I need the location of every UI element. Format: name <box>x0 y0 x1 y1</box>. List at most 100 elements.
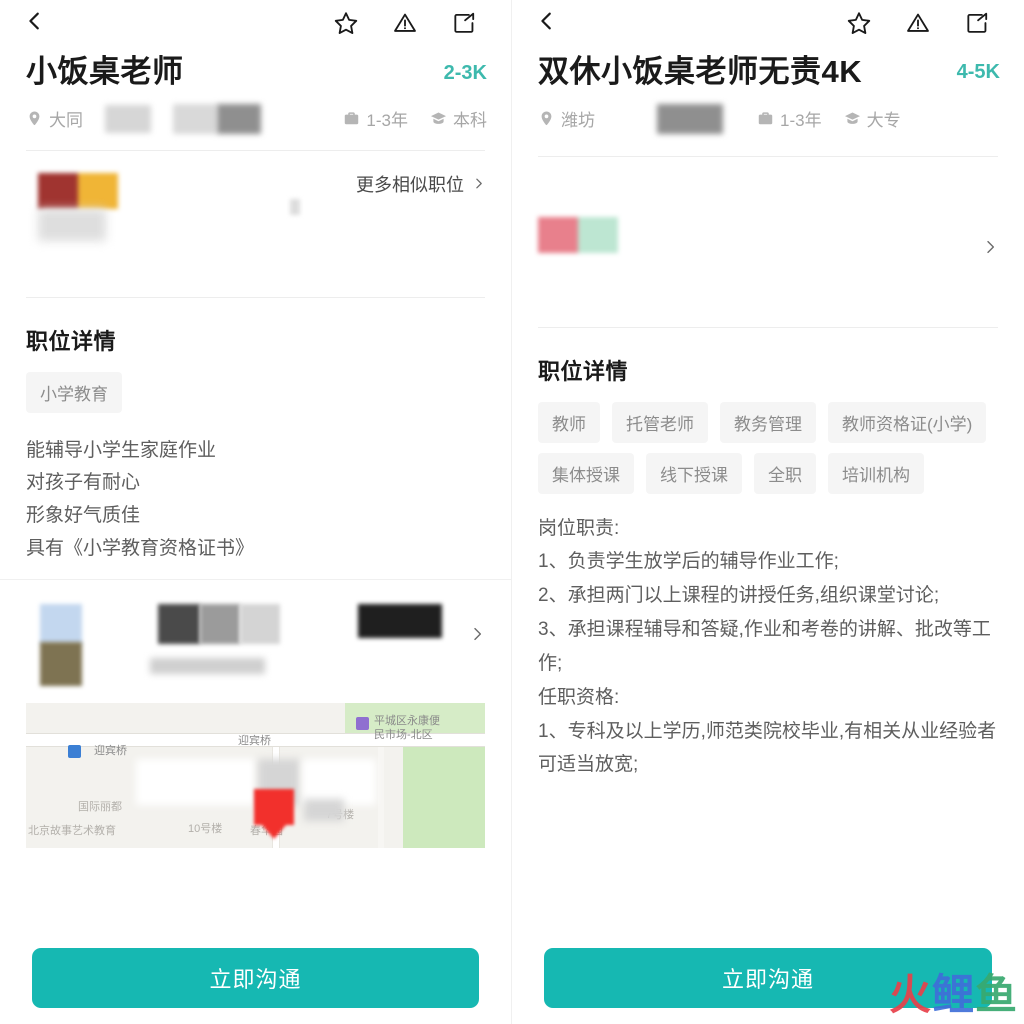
meta-education: 大专 <box>844 106 901 131</box>
graduation-cap-icon <box>844 110 861 127</box>
right-title-block: 双休小饭桌老师无责4K 4-5K 潍坊 1-3年 大专 <box>512 46 1024 134</box>
back-icon[interactable] <box>536 10 558 37</box>
right-meta-row: 潍坊 1-3年 大专 <box>538 103 1000 134</box>
right-tag-list: 教师 托管老师 教务管理 教师资格证(小学) 集体授课 线下授课 全职 培训机构 <box>538 401 998 494</box>
left-topbar-actions <box>333 10 477 36</box>
map-label: 迎宾桥 <box>238 735 271 748</box>
chevron-right-icon[interactable] <box>982 239 998 255</box>
tag-item[interactable]: 线下授课 <box>646 452 742 494</box>
tag-item[interactable]: 培训机构 <box>828 452 924 494</box>
swatch-red <box>38 172 78 209</box>
tag-item[interactable]: 小学教育 <box>26 371 122 413</box>
location-pin-icon <box>538 110 555 127</box>
tag-item[interactable]: 全职 <box>754 452 816 494</box>
redacted-company-block-3 <box>217 103 261 134</box>
redacted-color-swatches <box>538 216 618 253</box>
tag-item[interactable]: 教师资格证(小学) <box>828 401 987 443</box>
divider-above-detail <box>538 326 998 328</box>
redacted-color-swatches <box>38 172 118 209</box>
right-section-title: 职位详情 <box>538 358 629 384</box>
redacted-map-area-4 <box>304 799 344 822</box>
gallery-thumb-2a[interactable] <box>158 604 200 645</box>
meta-location-label: 大同 <box>49 111 83 131</box>
gallery-thumb-2b[interactable] <box>200 604 240 645</box>
dual-screenshot-container: 小饭桌老师 2-3K 大同 1-3年 本科 更多相似职位 职位详情 小学教育 能… <box>0 0 1024 1024</box>
warning-report-icon[interactable] <box>905 10 931 36</box>
tag-item[interactable]: 教务管理 <box>720 401 816 443</box>
redacted-similar-caption <box>38 208 106 241</box>
meta-education-label: 本科 <box>453 111 487 131</box>
left-detail-section: 职位详情 小学教育 能辅导小学生家庭作业 对孩子有耐心 形象好气质佳 具有《小学… <box>0 324 511 566</box>
gallery-chevron-right-icon[interactable] <box>469 626 485 642</box>
map-pin-tip <box>262 825 286 840</box>
meta-education: 本科 <box>430 106 487 131</box>
right-topbar-actions <box>846 10 990 36</box>
tag-item[interactable]: 教师 <box>538 401 600 443</box>
right-job-detail-screen: 双休小饭桌老师无责4K 4-5K 潍坊 1-3年 大专 职位详情 教师 托管老师… <box>512 0 1024 1024</box>
tag-item[interactable]: 托管老师 <box>612 401 708 443</box>
tag-item[interactable]: 集体授课 <box>538 452 634 494</box>
chat-now-button[interactable]: 立即沟通 <box>544 948 992 1008</box>
left-photo-gallery[interactable] <box>0 579 511 697</box>
briefcase-icon <box>343 110 360 127</box>
star-icon[interactable] <box>333 10 359 36</box>
left-tag-list: 小学教育 <box>26 371 485 413</box>
gallery-thumb-2c[interactable] <box>240 604 280 645</box>
meta-education-label: 大专 <box>866 111 901 131</box>
more-similar-jobs-label: 更多相似职位 <box>356 174 464 195</box>
redacted-company-block-1 <box>105 104 151 133</box>
gallery-thumb-1a[interactable] <box>40 604 82 645</box>
right-similar-strip[interactable] <box>512 157 1024 327</box>
map-label: 北京故事艺术教育 <box>28 825 116 838</box>
right-detail-section: 职位详情 教师 托管老师 教务管理 教师资格证(小学) 集体授课 线下授课 全职… <box>512 354 1024 783</box>
warning-report-icon[interactable] <box>392 10 418 36</box>
meta-location: 潍坊 <box>538 106 595 131</box>
left-section-title: 职位详情 <box>26 328 117 354</box>
gallery-thumb-3[interactable] <box>358 604 442 639</box>
map-label: 10号楼 <box>188 823 223 836</box>
bus-stop-icon <box>68 745 81 759</box>
gallery-thumb-1b[interactable] <box>40 642 82 687</box>
page-title: 小饭桌老师 <box>26 54 184 89</box>
location-map[interactable]: 迎宾桥 迎宾桥 平城区永康便 民市场-北区 国际丽都 北京故事艺术教育 10号楼… <box>26 703 485 849</box>
salary-range: 2-3K <box>443 62 487 84</box>
redacted-similar-thumb <box>38 172 118 209</box>
location-pin-icon <box>26 110 43 127</box>
redacted-similar-thumb <box>538 216 618 253</box>
map-pin-body <box>254 789 294 826</box>
market-poi-icon <box>356 717 369 731</box>
more-similar-jobs-link[interactable]: 更多相似职位 <box>356 171 485 197</box>
left-job-detail-screen: 小饭桌老师 2-3K 大同 1-3年 本科 更多相似职位 职位详情 小学教育 能… <box>0 0 512 1024</box>
meta-experience: 1-3年 <box>343 106 408 131</box>
share-icon[interactable] <box>964 10 990 36</box>
back-icon[interactable] <box>24 10 46 37</box>
briefcase-icon <box>757 110 774 127</box>
map-location-pin <box>254 789 294 840</box>
swatch-mint <box>578 216 618 253</box>
star-icon[interactable] <box>846 10 872 36</box>
similar-jobs-strip[interactable]: 更多相似职位 <box>0 151 511 281</box>
redacted-ghost-mark <box>290 198 300 215</box>
right-title-row: 双休小饭桌老师无责4K 4-5K <box>538 52 1000 92</box>
map-label: 国际丽都 <box>78 801 122 814</box>
share-icon[interactable] <box>451 10 477 36</box>
right-cta-wrap: 立即沟通 <box>512 948 1024 1008</box>
swatch-yellow <box>78 172 118 209</box>
map-label: 平城区永康便 民市场-北区 <box>374 715 440 742</box>
chevron-right-icon <box>476 178 482 189</box>
redacted-company-block-2 <box>173 103 217 134</box>
meta-location-label: 潍坊 <box>561 111 595 131</box>
meta-experience: 1-3年 <box>757 106 822 131</box>
page-title: 双休小饭桌老师无责4K <box>538 54 863 89</box>
redacted-map-area-1 <box>136 759 256 806</box>
left-topbar <box>0 0 511 46</box>
chat-now-button[interactable]: 立即沟通 <box>32 948 479 1008</box>
map-side-road-2 <box>378 747 384 849</box>
meta-experience-label: 1-3年 <box>366 111 408 131</box>
left-meta-row: 大同 1-3年 本科 <box>26 103 487 134</box>
meta-location: 大同 <box>26 106 83 131</box>
left-title-block: 小饭桌老师 2-3K 大同 1-3年 本科 <box>0 46 511 134</box>
divider-above-detail <box>26 296 485 298</box>
left-job-description: 能辅导小学生家庭作业 对孩子有耐心 形象好气质佳 具有《小学教育资格证书》 <box>26 439 255 559</box>
right-job-description: 岗位职责: 1、负责学生放学后的辅导作业工作; 2、承担两门以上课程的讲授任务,… <box>538 517 997 776</box>
